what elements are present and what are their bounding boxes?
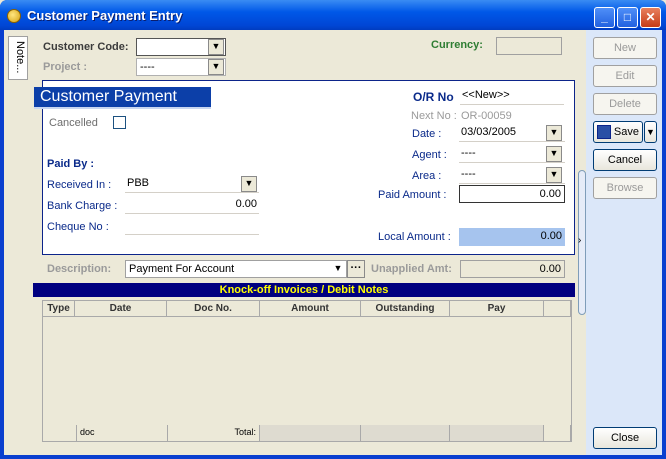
project-dropdown[interactable]: ▼ — [208, 59, 224, 75]
description-input[interactable]: Payment For Account — [125, 260, 347, 278]
delete-button[interactable]: Delete — [593, 93, 657, 115]
column-header-doc-no[interactable]: Doc No. — [167, 301, 260, 317]
local-amount-field: 0.00 — [459, 228, 565, 246]
expand-handle[interactable]: › — [578, 170, 586, 315]
save-button[interactable]: Save — [593, 121, 643, 143]
column-header-spacer — [544, 301, 571, 317]
paid-by-label: Paid By : — [47, 158, 95, 170]
payment-heading: Customer Payment — [34, 87, 211, 109]
grid-footer-spacer — [544, 425, 571, 441]
date-dropdown[interactable]: ▼ — [546, 125, 562, 141]
unapplied-amt-field: 0.00 — [460, 260, 565, 278]
column-header-amount[interactable]: Amount — [260, 301, 361, 317]
next-no-label: Next No : — [411, 110, 457, 122]
cheque-no-input[interactable] — [125, 217, 259, 235]
browse-button[interactable]: Browse — [593, 177, 657, 199]
description-dropdown[interactable]: ▼ — [330, 261, 346, 277]
or-no-input[interactable]: <<New>> — [460, 87, 564, 105]
project-label: Project : — [43, 61, 88, 73]
customer-code-label: Customer Code: — [43, 41, 129, 53]
column-header-type[interactable]: Type — [43, 301, 75, 317]
payment-panel: Customer Payment Cancelled Paid By : Rec… — [34, 80, 575, 255]
knockoff-grid[interactable] — [42, 300, 572, 442]
local-amount-label: Local Amount : — [378, 231, 451, 243]
column-header-outstanding[interactable]: Outstanding — [361, 301, 450, 317]
close-button[interactable]: Close — [593, 427, 657, 449]
received-in-select[interactable]: PBB — [125, 175, 259, 193]
save-disk-icon — [597, 125, 611, 139]
paid-amount-input[interactable]: 0.00 — [459, 185, 565, 203]
currency-field — [496, 37, 562, 55]
area-label: Area : — [412, 170, 442, 182]
column-header-date[interactable]: Date — [75, 301, 167, 317]
title-bar[interactable]: Customer Payment Entry _ □ ✕ — [0, 0, 666, 30]
bank-charge-label: Bank Charge : — [47, 200, 118, 212]
grid-footer-total-label: Total: — [168, 425, 260, 441]
received-in-dropdown[interactable]: ▼ — [241, 176, 257, 192]
customer-code-dropdown[interactable]: ▼ — [208, 39, 224, 55]
app-icon — [7, 9, 21, 23]
edit-button[interactable]: Edit — [593, 65, 657, 87]
cancelled-checkbox[interactable] — [113, 116, 126, 129]
paid-amount-label: Paid Amount : — [378, 189, 447, 201]
save-options-dropdown[interactable]: ▼ — [644, 121, 657, 143]
grid-footer-pay — [450, 425, 544, 441]
grid-footer-outstanding — [361, 425, 450, 441]
knockoff-title: Knock-off Invoices / Debit Notes — [33, 283, 575, 297]
grid-footer-doc: doc — [77, 425, 168, 441]
cancel-button[interactable]: Cancel — [593, 149, 657, 171]
cheque-no-label: Cheque No : — [47, 221, 109, 233]
note-tab[interactable]: Note... — [8, 36, 28, 80]
more-options-icon[interactable]: ··· — [347, 260, 365, 278]
note-tab-label: Note... — [14, 41, 26, 74]
chevron-right-icon: › — [578, 235, 582, 246]
bank-charge-input[interactable]: 0.00 — [125, 196, 259, 214]
or-no-label: O/R No — [413, 90, 454, 104]
date-label: Date : — [412, 128, 442, 140]
agent-dropdown[interactable]: ▼ — [546, 146, 562, 162]
close-window-button[interactable]: ✕ — [640, 7, 661, 28]
window-title: Customer Payment Entry — [27, 8, 183, 23]
grid-footer-cell — [43, 425, 77, 441]
unapplied-amt-label: Unapplied Amt: — [371, 263, 452, 275]
currency-label: Currency: — [431, 39, 483, 51]
client-area: Note... Customer Code: ▼ Project : ---- … — [4, 30, 662, 455]
area-dropdown[interactable]: ▼ — [546, 167, 562, 183]
new-button[interactable]: New — [593, 37, 657, 59]
received-in-label: Received In : — [47, 179, 112, 191]
cancelled-label: Cancelled — [49, 117, 98, 129]
app-window: Customer Payment Entry _ □ ✕ Note... Cus… — [0, 0, 666, 459]
maximize-button[interactable]: □ — [617, 7, 638, 28]
minimize-button[interactable]: _ — [594, 7, 615, 28]
column-header-pay[interactable]: Pay — [450, 301, 544, 317]
grid-footer-amount — [260, 425, 361, 441]
agent-label: Agent : — [412, 149, 447, 161]
next-no-value: OR-00059 — [461, 110, 512, 122]
description-label: Description: — [47, 263, 112, 275]
save-button-label: Save — [613, 126, 639, 138]
